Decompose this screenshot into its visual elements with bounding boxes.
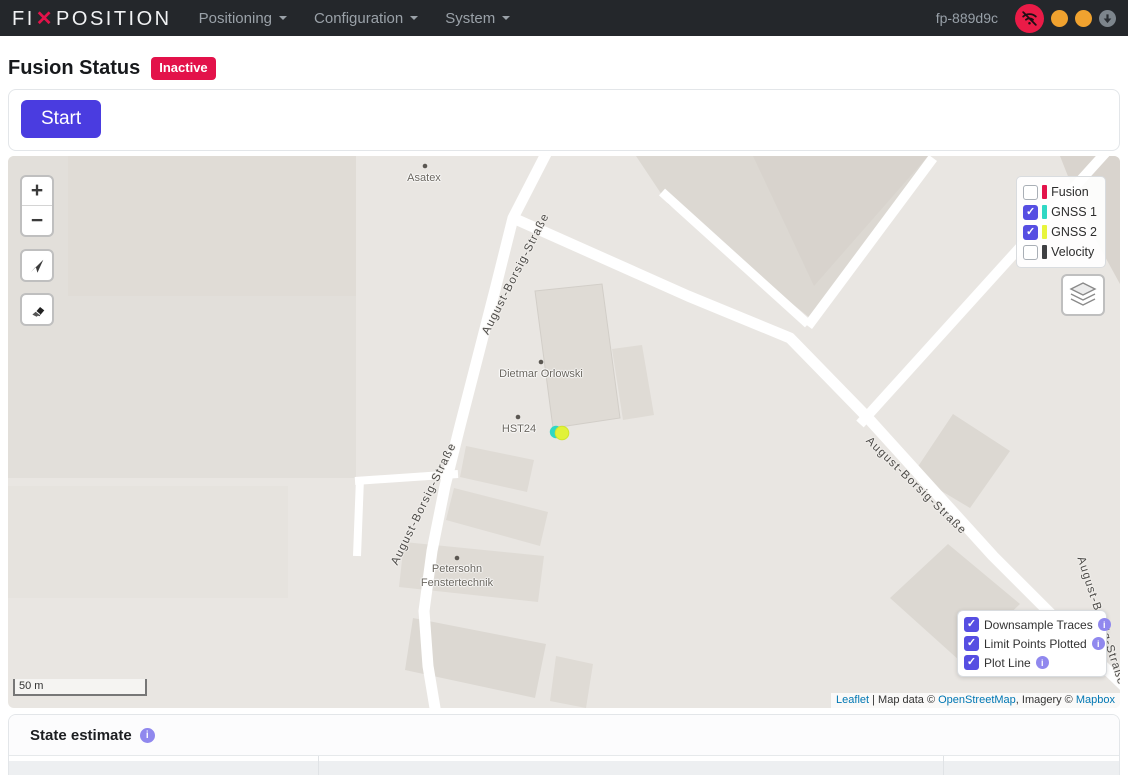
velocity-checkbox[interactable]: ✓ (1023, 245, 1038, 260)
check-icon: ✓ (967, 638, 976, 649)
fixposition-logo: FI✕POSITION (12, 6, 172, 31)
info-icon[interactable]: i (140, 728, 155, 743)
gnss1-color-swatch (1042, 205, 1047, 219)
state-estimate-table (9, 756, 1119, 775)
legend-item-gnss1[interactable]: ✓ GNSS 1 (1023, 202, 1097, 222)
top-navbar: FI✕POSITION Positioning Configuration Sy… (0, 0, 1128, 36)
layers-button[interactable] (1061, 274, 1105, 316)
option-label: Plot Line (984, 656, 1031, 670)
mapbox-link[interactable]: Mapbox (1076, 694, 1115, 706)
zoom-control: + − (20, 175, 54, 237)
attribution-text: | Map data © (869, 694, 938, 706)
fusion-color-swatch (1042, 185, 1047, 199)
logo-x-glyph: ✕ (36, 6, 55, 31)
legend-item-fusion[interactable]: ✓ Fusion (1023, 182, 1097, 202)
table-cell (9, 756, 319, 775)
gnss2-checkbox[interactable]: ✓ (1023, 225, 1038, 240)
leaflet-link[interactable]: Leaflet (836, 694, 869, 706)
zoom-in-button[interactable]: + (22, 177, 52, 206)
poi-label-hst24: HST24 (502, 423, 536, 435)
gnss1-checkbox[interactable]: ✓ (1023, 205, 1038, 220)
device-id: fp-889d9c (936, 10, 998, 26)
map-container[interactable]: August-Borsig-Straße August-Borsig-Straß… (8, 156, 1120, 708)
trace-legend: ✓ Fusion ✓ GNSS 1 ✓ GNSS 2 ✓ Velocity (1016, 176, 1106, 268)
state-estimate-header: State estimate i (9, 715, 1119, 756)
layers-icon (1069, 282, 1097, 308)
fusion-checkbox[interactable]: ✓ (1023, 185, 1038, 200)
logo-text-suffix: POSITION (56, 8, 172, 31)
page-title: Fusion Status (8, 57, 140, 80)
table-cell (319, 756, 944, 775)
table-cell (944, 756, 1119, 775)
legend-label: GNSS 1 (1051, 205, 1097, 219)
check-icon: ✓ (967, 619, 976, 630)
navigation-arrow-icon (28, 257, 46, 275)
velocity-color-swatch (1042, 245, 1047, 259)
check-icon: ✓ (1026, 207, 1035, 218)
wifi-off-status-icon (1015, 4, 1044, 33)
plot-options-panel: ✓ Downsample Traces i ✓ Limit Points Plo… (957, 610, 1107, 677)
poi-label-asatex: Asatex (407, 172, 441, 184)
chevron-down-icon (410, 16, 418, 24)
attribution-text: , Imagery © (1016, 694, 1076, 706)
fusion-control-card: Start (8, 89, 1120, 151)
menu-system[interactable]: System (445, 10, 510, 27)
status-dot-icon (1075, 10, 1092, 27)
gnss2-color-swatch (1042, 225, 1047, 239)
legend-item-gnss2[interactable]: ✓ GNSS 2 (1023, 222, 1097, 242)
option-downsample-traces[interactable]: ✓ Downsample Traces i (964, 615, 1100, 634)
check-icon: ✓ (1026, 227, 1035, 238)
gnss-position-marker (550, 426, 569, 440)
erase-traces-button[interactable] (20, 293, 54, 326)
legend-label: GNSS 2 (1051, 225, 1097, 239)
status-dot-icon (1051, 10, 1068, 27)
map-canvas[interactable] (8, 156, 1120, 708)
menu-positioning-label: Positioning (199, 10, 272, 27)
zoom-out-button[interactable]: − (22, 206, 52, 235)
info-icon[interactable]: i (1092, 637, 1105, 650)
state-estimate-title: State estimate (30, 727, 132, 744)
legend-label: Velocity (1051, 245, 1094, 259)
info-icon[interactable]: i (1098, 618, 1111, 631)
arrow-down-status-icon[interactable] (1099, 10, 1116, 27)
openstreetmap-link[interactable]: OpenStreetMap (938, 694, 1016, 706)
gnss2-dot (555, 426, 569, 440)
plot-line-checkbox[interactable]: ✓ (964, 655, 979, 670)
map-attribution: Leaflet | Map data © OpenStreetMap, Imag… (831, 693, 1120, 708)
status-badge: Inactive (151, 57, 215, 80)
option-limit-points-plotted[interactable]: ✓ Limit Points Plotted i (964, 634, 1100, 653)
info-icon[interactable]: i (1036, 656, 1049, 669)
check-icon: ✓ (967, 657, 976, 668)
legend-label: Fusion (1051, 185, 1089, 199)
map-scale-bar: 50 m (13, 679, 147, 696)
locate-button[interactable] (20, 249, 54, 282)
start-button[interactable]: Start (21, 100, 101, 138)
option-label: Downsample Traces (984, 618, 1093, 632)
menu-system-label: System (445, 10, 495, 27)
logo-text-prefix: FI (12, 8, 35, 31)
poi-label-petersohn: Petersohn Fenstertechnik (401, 563, 513, 591)
menu-configuration-label: Configuration (314, 10, 403, 27)
chevron-down-icon (502, 16, 510, 24)
state-estimate-card: State estimate i (8, 714, 1120, 775)
option-label: Limit Points Plotted (984, 637, 1087, 651)
menu-configuration[interactable]: Configuration (314, 10, 418, 27)
downsample-traces-checkbox[interactable]: ✓ (964, 617, 979, 632)
limit-points-checkbox[interactable]: ✓ (964, 636, 979, 651)
poi-label-dietmar-orlowski: Dietmar Orlowski (499, 368, 583, 380)
menu-positioning[interactable]: Positioning (199, 10, 287, 27)
chevron-down-icon (279, 16, 287, 24)
eraser-icon (29, 301, 46, 318)
legend-item-velocity[interactable]: ✓ Velocity (1023, 242, 1097, 262)
option-plot-line[interactable]: ✓ Plot Line i (964, 653, 1100, 672)
